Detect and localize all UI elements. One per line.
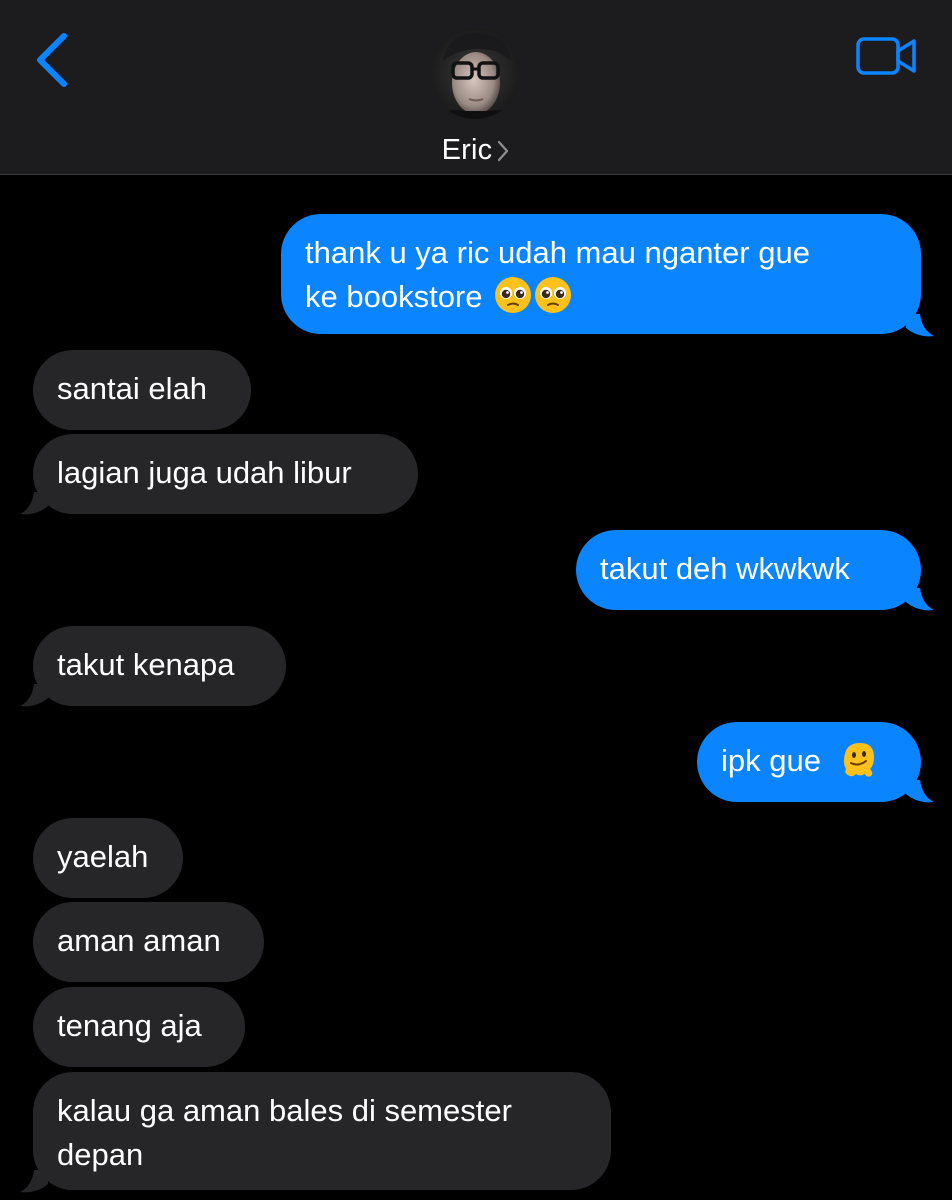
message-text: lagian juga udah libur	[57, 455, 352, 490]
video-call-button[interactable]	[856, 36, 918, 76]
message-bubble-outgoing[interactable]: takut deh wkwkwk	[576, 530, 921, 610]
contact-name: Eric	[441, 133, 493, 166]
message-text: santai elah	[57, 371, 207, 406]
message-text: takut kenapa	[57, 647, 235, 682]
chevron-left-icon	[37, 33, 67, 87]
pleading-face-emoji	[495, 277, 532, 313]
conversation-header: Eric	[0, 0, 952, 175]
message-text: aman aman	[57, 923, 221, 958]
message-bubble-incoming[interactable]: santai elah	[33, 350, 251, 430]
message-text-line: depan	[57, 1137, 144, 1172]
pleading-face-emoji	[535, 277, 572, 313]
message-bubble-incoming[interactable]: lagian juga udah libur	[33, 434, 418, 514]
contact-avatar[interactable]	[429, 27, 521, 119]
message-bubble-incoming[interactable]: aman aman	[33, 902, 264, 982]
bubble-tail-incoming	[20, 684, 48, 707]
message-bubble-outgoing[interactable]: thank u ya ric udah mau nganter gue ke b…	[281, 214, 921, 334]
message-bubble-incoming[interactable]: takut kenapa	[33, 626, 286, 706]
contact-name-button[interactable]: Eric	[0, 130, 952, 170]
bubble-tail-incoming	[20, 492, 48, 515]
bubble-tail-outgoing	[906, 314, 934, 337]
message-text: ipk gue	[721, 743, 821, 778]
message-text: takut deh wkwkwk	[600, 551, 850, 586]
chevron-right-icon	[498, 140, 509, 162]
message-text-line: thank u ya ric udah mau nganter gue	[305, 235, 810, 270]
message-text: tenang aja	[57, 1008, 202, 1043]
message-text-line: kalau ga aman bales di semester	[57, 1093, 512, 1128]
bubble-tail-outgoing	[906, 588, 934, 611]
avatar-photo	[429, 27, 521, 119]
message-text: ke bookstore	[305, 279, 483, 314]
bubble-tail-outgoing	[906, 780, 934, 803]
message-text-line: ke bookstore	[305, 275, 897, 319]
bubble-tail-incoming	[20, 1170, 48, 1193]
melting-face-emoji	[843, 743, 874, 777]
message-bubble-incoming[interactable]: yaelah	[33, 818, 183, 898]
message-bubble-incoming[interactable]: tenang aja	[33, 987, 245, 1067]
video-camera-icon	[856, 37, 916, 75]
message-text: yaelah	[57, 839, 149, 874]
message-bubble-incoming[interactable]: kalau ga aman bales di semester depan	[33, 1072, 611, 1190]
message-bubble-outgoing[interactable]: ipk gue	[697, 722, 921, 802]
back-button[interactable]	[26, 28, 86, 92]
